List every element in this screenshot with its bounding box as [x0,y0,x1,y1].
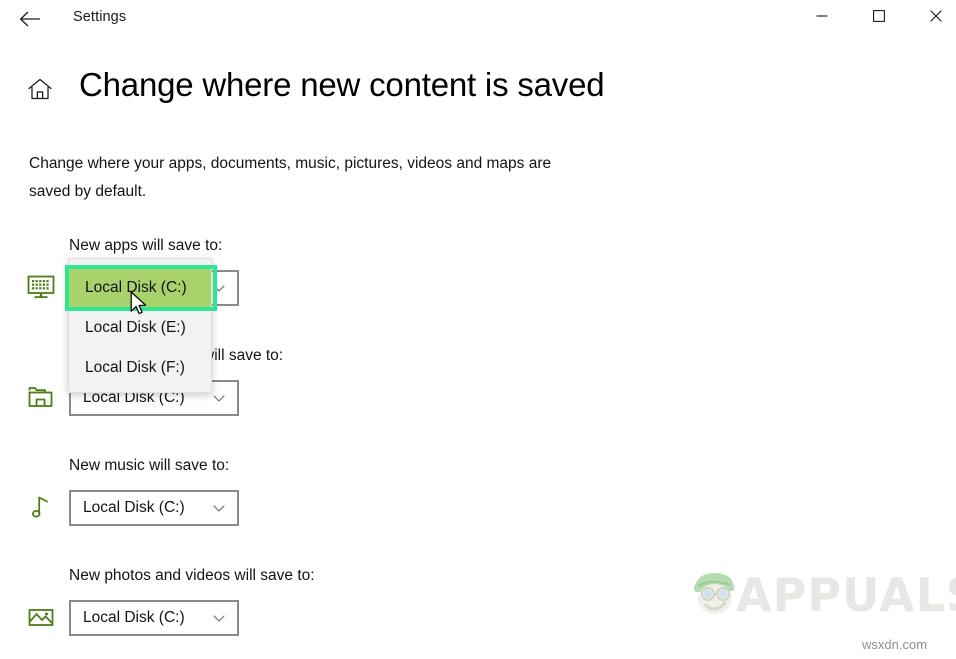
page-title: Change where new content is saved [79,66,605,103]
music-note-icon [26,492,56,522]
combo-photos[interactable]: Local Disk (C:) [69,600,239,636]
close-icon [929,9,943,23]
dropdown-popup-apps[interactable]: Local Disk (C:) Local Disk (E:) Local Di… [68,258,212,393]
page-description: Change where your apps, documents, music… [29,155,552,200]
setting-label-photos: New photos and videos will save to: [69,567,315,584]
picture-icon [26,602,56,632]
setting-label-music: New music will save to: [69,457,230,474]
chevron-down-icon [211,610,227,626]
back-arrow-icon [18,9,42,29]
maximize-icon [872,9,886,23]
chevron-down-icon [211,280,227,296]
monitor-apps-icon [26,272,56,302]
chevron-down-icon [211,500,227,516]
home-icon[interactable] [25,74,55,104]
combo-music[interactable]: Local Disk (C:) [69,490,239,526]
dropdown-option-c[interactable]: Local Disk (C:) [69,268,211,308]
combo-photos-value: Local Disk (C:) [83,609,185,626]
setting-label-apps: New apps will save to: [69,237,223,254]
minimize-icon [815,9,829,23]
dropdown-option-e[interactable]: Local Disk (E:) [69,308,211,348]
window-title: Settings [73,9,127,25]
maximize-button[interactable] [856,0,902,32]
folder-documents-icon [26,382,56,412]
title-bar: Settings [0,0,956,40]
minimize-button[interactable] [799,0,845,32]
dropdown-option-f[interactable]: Local Disk (F:) [69,348,211,388]
close-button[interactable] [913,0,956,32]
site-credit-text: wsxdn.com [862,637,928,652]
appuals-mascot-icon [684,566,750,624]
watermark-brand-text: APPUALS [736,568,956,622]
watermark-appuals: APPUALS [684,566,956,626]
combo-music-value: Local Disk (C:) [83,499,185,516]
setting-label-documents: will save to: [203,347,284,364]
chevron-down-icon [211,390,227,406]
back-button[interactable] [10,2,50,36]
